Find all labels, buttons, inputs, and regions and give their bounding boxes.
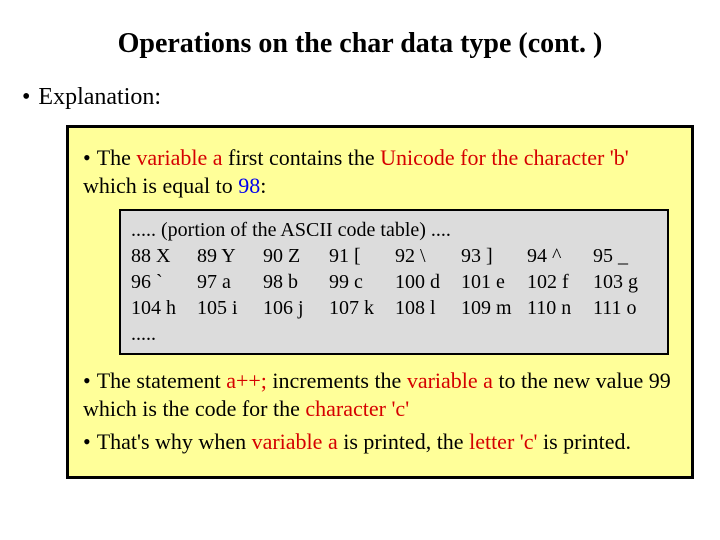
- text: The statement: [97, 368, 227, 393]
- ascii-entry: 100 d: [395, 269, 457, 295]
- highlight-letter-c: letter 'c': [469, 429, 537, 454]
- ascii-entry: 111 o: [593, 295, 655, 321]
- slide-title: Operations on the char data type (cont. …: [22, 28, 698, 60]
- ascii-entry: 105 i: [197, 295, 259, 321]
- highlight-statement: a++;: [226, 368, 267, 393]
- text: is printed.: [537, 429, 631, 454]
- ascii-entry: 90 Z: [263, 243, 325, 269]
- text: :: [260, 173, 266, 198]
- ascii-entry: 95 _: [593, 243, 655, 269]
- para-3: •That's why when variable a is printed, …: [83, 428, 677, 456]
- para-2: •The statement a++; increments the varia…: [83, 367, 677, 422]
- text: is printed, the: [338, 429, 469, 454]
- value-98: 98: [238, 173, 260, 198]
- bullet-icon: •: [83, 368, 91, 393]
- ascii-entry: 99 c: [329, 269, 391, 295]
- ascii-entry: 93 ]: [461, 243, 523, 269]
- text: which is equal to: [83, 173, 238, 198]
- ascii-entry: 91 [: [329, 243, 391, 269]
- code-line-5: .....: [131, 321, 657, 347]
- code-line-1: ..... (portion of the ASCII code table) …: [131, 217, 657, 243]
- ascii-entry: 92 \: [395, 243, 457, 269]
- text: The: [97, 145, 137, 170]
- bullet-icon: •: [83, 145, 91, 170]
- text: increments the: [267, 368, 407, 393]
- code-line-3: 96 `97 a98 b99 c100 d101 e102 f103 g: [131, 269, 657, 295]
- bullet-icon: •: [22, 84, 30, 110]
- highlight-variable-a: variable a: [136, 145, 222, 170]
- ascii-entry: 96 `: [131, 269, 193, 295]
- ascii-entry: 89 Y: [197, 243, 259, 269]
- ascii-entry: 102 f: [527, 269, 589, 295]
- highlight-unicode-b: Unicode for the character 'b': [380, 145, 629, 170]
- text: That's why when: [97, 429, 252, 454]
- ascii-entry: 97 a: [197, 269, 259, 295]
- slide-root: Operations on the char data type (cont. …: [0, 0, 720, 540]
- explanation-box: •The variable a first contains the Unico…: [66, 125, 694, 479]
- code-line-2: 88 X89 Y90 Z91 [92 \93 ]94 ^95 _: [131, 243, 657, 269]
- bullet-icon: •: [83, 429, 91, 454]
- ascii-entry: 103 g: [593, 269, 655, 295]
- ascii-entry: 107 k: [329, 295, 391, 321]
- ascii-entry: 110 n: [527, 295, 589, 321]
- ascii-entry: 98 b: [263, 269, 325, 295]
- ascii-entry: 109 m: [461, 295, 523, 321]
- text: first contains the: [223, 145, 381, 170]
- ascii-code-box: ..... (portion of the ASCII code table) …: [119, 209, 669, 355]
- lead-text: Explanation:: [38, 84, 161, 110]
- ascii-entry: 104 h: [131, 295, 193, 321]
- ascii-entry: 94 ^: [527, 243, 589, 269]
- ascii-entry: 108 l: [395, 295, 457, 321]
- highlight-character-c: character 'c': [305, 396, 409, 421]
- code-line-4: 104 h105 i106 j107 k108 l109 m110 n111 o: [131, 295, 657, 321]
- lead-row: • Explanation:: [22, 84, 698, 111]
- ascii-entry: 106 j: [263, 295, 325, 321]
- highlight-variable-a: variable a: [252, 429, 338, 454]
- ascii-entry: 101 e: [461, 269, 523, 295]
- ascii-entry: 88 X: [131, 243, 193, 269]
- highlight-variable-a: variable a: [407, 368, 493, 393]
- para-1: •The variable a first contains the Unico…: [83, 144, 677, 199]
